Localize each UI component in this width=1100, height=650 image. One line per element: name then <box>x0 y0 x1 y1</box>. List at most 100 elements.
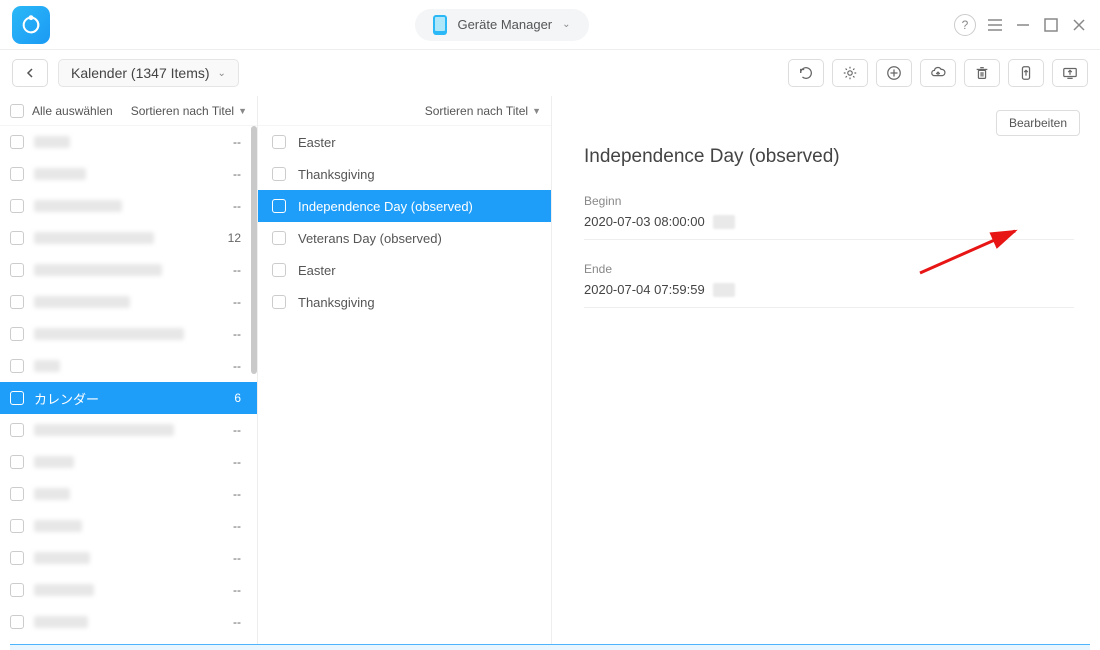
list-item[interactable]: -- <box>0 542 257 574</box>
end-value: 2020-07-04 07:59:59 <box>584 282 1074 308</box>
list-item[interactable]: -- <box>0 510 257 542</box>
checkbox[interactable] <box>10 135 24 149</box>
device-selector[interactable]: Geräte Manager ⌄ <box>415 9 588 41</box>
edit-button[interactable]: Bearbeiten <box>996 110 1080 136</box>
checkbox[interactable] <box>10 455 24 469</box>
list-item[interactable]: Thanksgiving <box>258 286 551 318</box>
checkbox[interactable] <box>272 135 286 149</box>
list-item[interactable]: -- <box>0 126 257 158</box>
checkbox[interactable] <box>10 263 24 277</box>
checkbox[interactable] <box>10 167 24 181</box>
chevron-down-icon: ⌄ <box>218 68 226 79</box>
checkbox[interactable] <box>272 199 286 213</box>
item-count: -- <box>233 583 247 597</box>
calendar-list-panel: Alle auswählen Sortieren nach Titel ▼ --… <box>0 96 258 650</box>
blurred-label <box>34 232 154 244</box>
to-computer-button[interactable] <box>1052 59 1088 87</box>
add-button[interactable] <box>876 59 912 87</box>
item-count: -- <box>233 455 247 469</box>
item-count: -- <box>233 327 247 341</box>
event-list[interactable]: Easter Thanksgiving Independence Day (obse… <box>258 126 551 650</box>
list-item[interactable]: -- <box>0 446 257 478</box>
delete-button[interactable] <box>964 59 1000 87</box>
app-header: Geräte Manager ⌄ ? <box>0 0 1100 50</box>
back-button[interactable] <box>12 59 48 87</box>
checkbox[interactable] <box>10 199 24 213</box>
checkbox[interactable] <box>272 231 286 245</box>
list-item[interactable]: -- <box>0 606 257 638</box>
list-item[interactable]: -- <box>0 190 257 222</box>
checkbox[interactable] <box>272 295 286 309</box>
checkbox[interactable] <box>10 423 24 437</box>
list-item[interactable]: -- <box>0 158 257 190</box>
checkbox[interactable] <box>10 327 24 341</box>
header-controls: ? <box>954 14 1088 36</box>
blurred-label <box>34 168 86 180</box>
to-device-button[interactable] <box>1008 59 1044 87</box>
calendar-list[interactable]: ------12--------カレンダー6--------------42 <box>0 126 257 650</box>
checkbox[interactable] <box>10 583 24 597</box>
list-item[interactable]: Veterans Day (observed) <box>258 222 551 254</box>
list-item[interactable]: -- <box>0 478 257 510</box>
list-item[interactable]: -- <box>0 318 257 350</box>
mid-sort-button[interactable]: Sortieren nach Titel ▼ <box>425 104 541 118</box>
refresh-button[interactable] <box>788 59 824 87</box>
close-icon[interactable] <box>1070 16 1088 34</box>
list-item[interactable]: -- <box>0 286 257 318</box>
item-count: -- <box>233 423 247 437</box>
blurred-label <box>34 296 130 308</box>
checkbox[interactable] <box>10 519 24 533</box>
list-item-label: カレンダー <box>34 389 99 408</box>
blurred-label <box>34 520 82 532</box>
maximize-icon[interactable] <box>1042 16 1060 34</box>
mid-panel-header: Sortieren nach Titel ▼ <box>258 96 551 126</box>
checkbox[interactable] <box>10 487 24 501</box>
item-count: -- <box>233 199 247 213</box>
list-item[interactable]: Thanksgiving <box>258 158 551 190</box>
list-item[interactable]: -- <box>0 350 257 382</box>
sort-label: Sortieren nach Titel <box>425 104 528 118</box>
cloud-button[interactable] <box>920 59 956 87</box>
list-item[interactable]: カレンダー6 <box>0 382 257 414</box>
list-item[interactable]: -- <box>0 574 257 606</box>
checkbox[interactable] <box>272 167 286 181</box>
checkbox[interactable] <box>10 231 24 245</box>
help-icon[interactable]: ? <box>954 14 976 36</box>
list-item[interactable]: -- <box>0 254 257 286</box>
blurred-label <box>34 616 88 628</box>
checkbox[interactable] <box>10 391 24 405</box>
checkbox[interactable] <box>10 295 24 309</box>
item-count: -- <box>233 519 247 533</box>
list-item-label: Independence Day (observed) <box>298 199 473 214</box>
chevron-down-icon: ⌄ <box>562 19 570 30</box>
minimize-icon[interactable] <box>1014 16 1032 34</box>
scrollbar[interactable] <box>251 126 257 374</box>
list-item[interactable]: 12 <box>0 222 257 254</box>
breadcrumb-selector[interactable]: Kalender (1347 Items) ⌄ <box>58 59 239 87</box>
begin-value: 2020-07-03 08:00:00 <box>584 214 1074 240</box>
list-item-label: Thanksgiving <box>298 167 375 182</box>
select-all-label: Alle auswählen <box>32 104 113 118</box>
item-count: -- <box>233 551 247 565</box>
sort-label: Sortieren nach Titel <box>131 104 234 118</box>
select-all-checkbox[interactable] <box>10 104 24 118</box>
main-content: Alle auswählen Sortieren nach Titel ▼ --… <box>0 96 1100 650</box>
list-item[interactable]: Independence Day (observed) <box>258 190 551 222</box>
checkbox[interactable] <box>10 551 24 565</box>
list-item[interactable]: -- <box>0 414 257 446</box>
list-item[interactable]: Easter <box>258 254 551 286</box>
blurred-label <box>34 264 162 276</box>
checkbox[interactable] <box>10 615 24 629</box>
breadcrumb-label: Kalender (1347 Items) <box>71 65 210 81</box>
settings-button[interactable] <box>832 59 868 87</box>
checkbox[interactable] <box>10 359 24 373</box>
end-label: Ende <box>584 262 1074 276</box>
menu-icon[interactable] <box>986 16 1004 34</box>
checkbox[interactable] <box>272 263 286 277</box>
toolbar: Kalender (1347 Items) ⌄ <box>0 50 1100 96</box>
list-item-label: Easter <box>298 263 336 278</box>
device-label: Geräte Manager <box>457 17 552 32</box>
list-item[interactable]: Easter <box>258 126 551 158</box>
left-sort-button[interactable]: Sortieren nach Titel ▼ <box>131 104 247 118</box>
item-count: -- <box>233 167 247 181</box>
